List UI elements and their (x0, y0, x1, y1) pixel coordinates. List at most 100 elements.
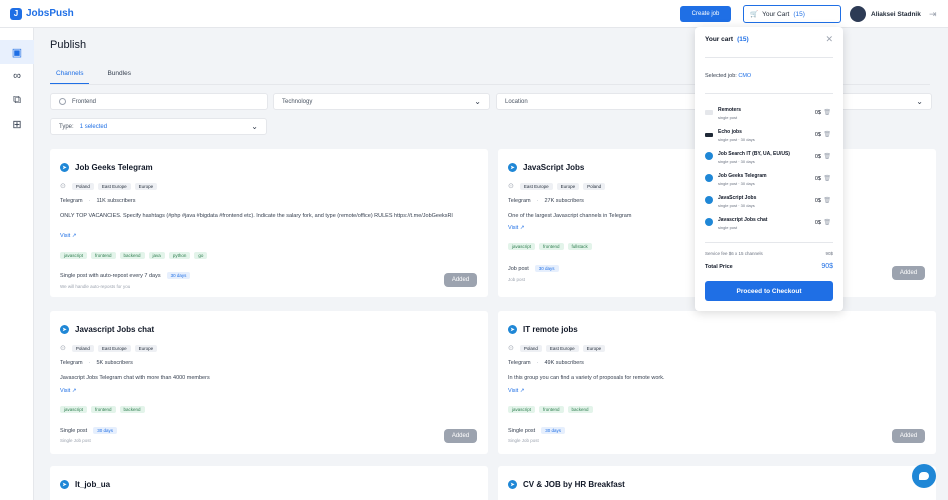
logout-icon[interactable]: ⇥ (929, 9, 937, 20)
location-tag: Poland (583, 182, 606, 190)
chevron-down-icon: ⌄ (474, 97, 481, 106)
telegram-icon: ➤ (60, 325, 69, 334)
technology-label: Technology (282, 98, 313, 105)
location-tag: Poland (71, 344, 94, 352)
skill-tag: javascript (60, 252, 88, 259)
cart-item: Job Geeks Telegram single post · 30 days… (705, 171, 833, 191)
service-fee-value: 90$ (825, 251, 833, 256)
added-button[interactable]: Added (892, 429, 925, 443)
added-button[interactable]: Added (444, 429, 477, 443)
card-title: IT remote jobs (523, 325, 578, 334)
added-button[interactable]: Added (892, 266, 925, 280)
chevron-down-icon: ⌄ (916, 97, 923, 106)
cart-item-sub: single post · 30 days (718, 181, 755, 186)
channel-card: ➤ CV & JOB by HR Breakfast (498, 466, 936, 500)
copy-icon[interactable]: ⧉ (0, 88, 34, 112)
logo[interactable]: J JobsPush (10, 7, 74, 20)
skill-tag: go (194, 252, 208, 259)
skill-tag: python (168, 252, 191, 259)
visit-link[interactable]: Visit ↗ (508, 225, 524, 231)
cart-item: Javascript Jobs chat single post 0$ 🗑 (705, 215, 833, 235)
location-tag: East Europe (519, 182, 553, 190)
channel-logo-icon (705, 133, 713, 137)
telegram-icon (705, 196, 713, 204)
location-pin-icon: ⊙ (508, 183, 514, 190)
added-button[interactable]: Added (444, 273, 477, 287)
trash-icon[interactable]: 🗑 (823, 153, 831, 160)
location-tag: Europe (582, 344, 606, 352)
cart-button[interactable]: 🛒 Your Cart (15) (743, 5, 841, 23)
subscribers: 5K subscribers (96, 360, 133, 366)
binoculars-icon[interactable]: ∞ (0, 64, 34, 88)
subscribers: 11K subscribers (96, 198, 136, 204)
gift-icon[interactable]: ⊞ (0, 112, 34, 136)
card-title: JavaScript Jobs (523, 163, 585, 172)
cart-item-price: 0$ (814, 154, 821, 160)
tab-channels[interactable]: Channels (50, 70, 90, 84)
cart-item-price: 0$ (814, 132, 821, 138)
telegram-icon (705, 218, 713, 226)
trash-icon[interactable]: 🗑 (823, 131, 831, 138)
cart-item: Remoters single post 0$ 🗑 (705, 105, 833, 125)
duration-pill: 30 days (534, 265, 559, 272)
skill-tag: java (148, 252, 165, 259)
visit-link[interactable]: Visit ↗ (60, 233, 76, 239)
cart-item-price: 0$ (814, 198, 821, 204)
location-tag: Poland (71, 182, 94, 190)
channel-card: ➤ IT remote jobs ⊙ Poland East Europe Eur… (498, 311, 936, 454)
cart-item-sub: single post (718, 225, 738, 230)
technology-select[interactable]: Technology ⌄ (273, 93, 490, 110)
cart-title: Your cart (15) (705, 36, 749, 43)
card-description: One of the largest Javascript channels i… (508, 213, 632, 219)
user-menu[interactable]: Aliaksei Stadnik (850, 6, 921, 22)
duration-pill: 30 days (166, 272, 191, 279)
cart-item-price: 0$ (814, 176, 821, 182)
create-job-button[interactable]: Create job (680, 6, 731, 22)
chat-icon[interactable] (912, 464, 936, 488)
cart-item: JavaScript Jobs single post · 30 days 0$… (705, 193, 833, 213)
sidebar: ▣ ∞ ⧉ ⊞ (0, 28, 34, 500)
card-description: Javascript Jobs Telegram chat with more … (60, 375, 210, 381)
logo-icon: J (10, 7, 22, 20)
platform: Telegram (508, 360, 531, 366)
telegram-icon: ➤ (508, 480, 517, 489)
selected-job-value[interactable]: CMO (738, 73, 751, 79)
total-price-value: 90$ (821, 263, 833, 270)
skill-tag: javascript (508, 406, 536, 413)
cart-item-name: Job Geeks Telegram (718, 173, 767, 179)
visit-link[interactable]: Visit ↗ (508, 388, 524, 394)
chevron-down-icon: ⌄ (251, 122, 258, 131)
frontend-checkbox[interactable] (59, 98, 66, 105)
trash-icon[interactable]: 🗑 (823, 219, 831, 226)
type-select[interactable]: Type: 1 selected ⌄ (50, 118, 267, 135)
cart-item-sub: single post · 30 days (718, 203, 755, 208)
frontend-filter[interactable]: Frontend (50, 93, 268, 110)
telegram-icon: ➤ (508, 325, 517, 334)
cart-item-price: 0$ (814, 220, 821, 226)
card-title: CV & JOB by HR Breakfast (523, 480, 625, 489)
post-type: Single post (508, 427, 536, 434)
post-type: Single post with auto-repost every 7 day… (60, 272, 161, 279)
trash-icon[interactable]: 🗑 (823, 175, 831, 182)
trash-icon[interactable]: 🗑 (823, 197, 831, 204)
trash-icon[interactable]: 🗑 (823, 109, 831, 116)
skill-tag: frontend (539, 243, 564, 250)
close-icon[interactable]: ✕ (825, 34, 833, 45)
page-title: Publish (50, 39, 87, 51)
cart-item-sub: single post · 30 days (718, 159, 755, 164)
cart-icon: 🛒 (750, 11, 759, 18)
visit-link[interactable]: Visit ↗ (60, 388, 76, 394)
type-label: Type: (59, 123, 74, 130)
location-tag: Poland (519, 344, 542, 352)
card-description: In this group you can find a variety of … (508, 375, 665, 381)
card-note: We will handle auto-reposts for you (60, 284, 131, 289)
checkout-button[interactable]: Proceed to Checkout (705, 281, 833, 301)
location-tag: Europe (134, 182, 158, 190)
platform: Telegram (60, 360, 83, 366)
skill-tag: javascript (508, 243, 536, 250)
tab-bundles[interactable]: Bundles (101, 70, 137, 84)
service-fee: Service fee $6 x 15 channels 90$ (705, 251, 833, 256)
cart-button-label: Your Cart (762, 10, 790, 18)
cart-item-name: JavaScript Jobs (718, 195, 757, 201)
briefcase-icon[interactable]: ▣ (0, 40, 34, 64)
